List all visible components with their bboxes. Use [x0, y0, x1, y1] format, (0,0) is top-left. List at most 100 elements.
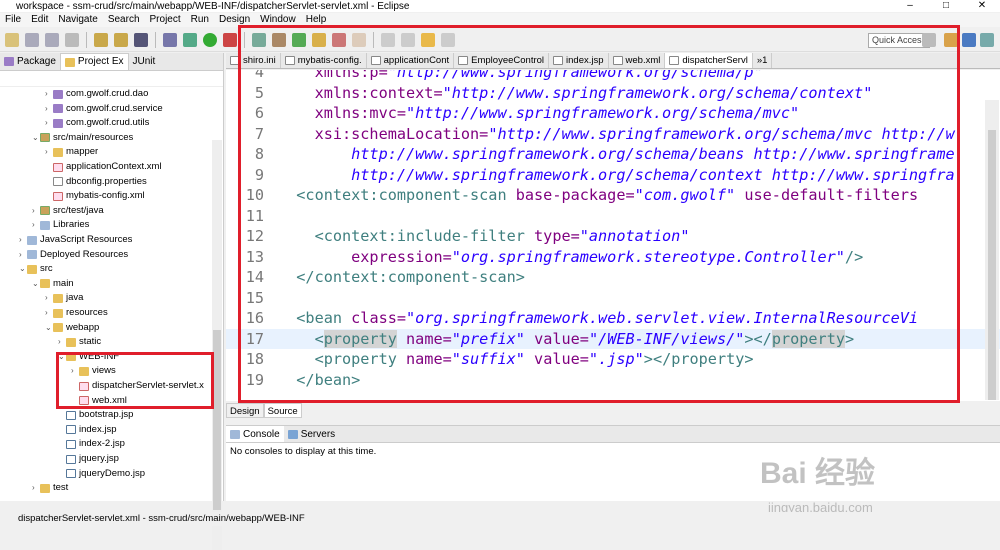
- scrollbar-thumb[interactable]: [988, 130, 996, 400]
- toolbar-separator: [155, 31, 156, 48]
- tree-item-label: test: [53, 482, 69, 494]
- tree-item[interactable]: ⌄ webapp: [45, 321, 99, 335]
- jsp-icon: [66, 439, 76, 449]
- tree-item-label: java: [66, 292, 84, 304]
- expand-arrow-icon[interactable]: ⌄: [32, 277, 40, 291]
- expand-arrow-icon[interactable]: ›: [45, 116, 53, 130]
- java-perspective-icon[interactable]: [962, 33, 976, 47]
- run-icon[interactable]: [203, 32, 217, 47]
- tab-package[interactable]: Package: [0, 53, 60, 70]
- tree-item-label: main: [53, 277, 74, 289]
- xml-icon: [53, 162, 63, 172]
- tree-item[interactable]: jqueryDemo.jsp: [58, 467, 145, 481]
- menu-navigate[interactable]: Navigate: [53, 13, 102, 27]
- package-icon: [4, 57, 14, 66]
- menu-project[interactable]: Project: [145, 13, 186, 27]
- tree-item-label: bootstrap.jsp: [79, 409, 134, 421]
- tab-design[interactable]: Design: [226, 403, 264, 418]
- expand-arrow-icon[interactable]: ›: [19, 248, 27, 262]
- expand-arrow-icon[interactable]: ⌄: [32, 131, 40, 145]
- tree-item[interactable]: › Deployed Resources: [19, 248, 128, 262]
- skip-breakpoints-icon[interactable]: [163, 32, 177, 47]
- tree-item[interactable]: › com.gwolf.crud.utils: [45, 116, 149, 130]
- expand-arrow-icon[interactable]: ⌄: [45, 321, 53, 335]
- tree-item[interactable]: › test: [32, 481, 68, 495]
- tab-junit[interactable]: JUnit: [129, 53, 160, 70]
- file-icon: [53, 177, 63, 187]
- tree-item[interactable]: index.jsp: [58, 423, 117, 437]
- tree-item-label: index.jsp: [79, 423, 117, 435]
- tree-item[interactable]: ⌄ main: [32, 277, 74, 291]
- tree-item[interactable]: dbconfig.properties: [45, 175, 147, 189]
- tab-label: JUnit: [132, 55, 156, 67]
- expand-arrow-icon[interactable]: ›: [58, 335, 66, 349]
- expand-arrow-icon[interactable]: ›: [45, 145, 53, 159]
- tree-item[interactable]: › mapper: [45, 145, 98, 159]
- tree-item-label: JavaScript Resources: [40, 234, 133, 245]
- close-button[interactable]: ✕: [964, 0, 1000, 12]
- tab-project-explorer[interactable]: Project Ex: [59, 53, 129, 70]
- open-type-icon[interactable]: [114, 32, 128, 47]
- maximize-button[interactable]: □: [928, 0, 964, 12]
- save-all-icon[interactable]: [45, 32, 59, 47]
- tree-item[interactable]: › com.gwolf.crud.service: [45, 102, 163, 116]
- minimize-button[interactable]: –: [892, 0, 928, 12]
- debug-icon[interactable]: [183, 32, 197, 47]
- tree-item[interactable]: index-2.jsp: [58, 437, 125, 451]
- tree-item[interactable]: bootstrap.jsp: [58, 408, 133, 422]
- expand-arrow-icon[interactable]: ›: [32, 218, 40, 232]
- print-icon[interactable]: [65, 32, 79, 47]
- tree-item-label: Libraries: [53, 219, 90, 231]
- expand-arrow-icon[interactable]: ›: [32, 481, 40, 495]
- tree-item[interactable]: › Libraries: [32, 218, 89, 232]
- tab-source[interactable]: Source: [263, 403, 302, 418]
- terminal-icon[interactable]: [134, 32, 148, 47]
- project-explorer-panel: Package Project Ex JUnit › com.gwolf.crud…: [0, 53, 224, 550]
- build-icon[interactable]: [94, 32, 108, 47]
- explorer-scrollbar[interactable]: [212, 140, 222, 550]
- menu-file[interactable]: File: [0, 13, 26, 27]
- run-external-icon[interactable]: [223, 32, 237, 47]
- tree-item-label: dbconfig.properties: [66, 175, 147, 187]
- expand-arrow-icon[interactable]: ⌄: [19, 262, 27, 276]
- src-icon: [40, 133, 50, 143]
- expand-arrow-icon[interactable]: ›: [45, 291, 53, 305]
- tree-item[interactable]: › static: [58, 335, 101, 349]
- scrollbar-thumb[interactable]: [213, 330, 221, 510]
- jsp-icon: [66, 425, 76, 435]
- menu-edit[interactable]: Edit: [26, 13, 53, 27]
- save-icon[interactable]: [25, 32, 39, 47]
- expand-arrow-icon[interactable]: ›: [45, 102, 53, 116]
- tree-item[interactable]: › com.gwolf.crud.dao: [45, 87, 148, 101]
- folder-icon: [53, 323, 63, 333]
- expand-arrow-icon[interactable]: ›: [45, 87, 53, 101]
- new-icon[interactable]: [5, 32, 19, 47]
- baidu-watermark-logo: Bai 经验 jingyan.baidu.com: [760, 448, 980, 515]
- menu-run[interactable]: Run: [186, 13, 214, 27]
- xml-icon: [53, 191, 63, 201]
- expand-arrow-icon[interactable]: ›: [19, 233, 27, 247]
- tree-item[interactable]: › JavaScript Resources: [19, 233, 132, 247]
- tree-item[interactable]: › java: [45, 291, 83, 305]
- tree-item-label: src/main/resources: [53, 131, 134, 143]
- tree-item[interactable]: applicationContext.xml: [45, 160, 162, 174]
- editor-scrollbar[interactable]: [985, 100, 999, 400]
- debug-perspective-icon[interactable]: [980, 33, 994, 47]
- tree-item[interactable]: › src/test/java: [32, 204, 104, 218]
- tree-item[interactable]: ⌄ src/main/resources: [32, 131, 133, 145]
- window-title: workspace - ssm-crud/src/main/webapp/WEB…: [16, 0, 410, 12]
- tree-item[interactable]: › resources: [45, 306, 108, 320]
- tree-item-label: webapp: [66, 321, 100, 333]
- tree-item[interactable]: ⌄ src: [19, 262, 53, 276]
- tree-item[interactable]: mybatis-config.xml: [45, 189, 145, 203]
- tree-item-label: jqueryDemo.jsp: [79, 467, 145, 479]
- tab-servers[interactable]: Servers: [284, 426, 339, 442]
- tab-console[interactable]: Console: [226, 426, 284, 442]
- tab-label: Package: [17, 55, 56, 67]
- folder-icon: [53, 147, 63, 157]
- expand-arrow-icon[interactable]: ›: [32, 204, 40, 218]
- tree-item-label: mybatis-config.xml: [66, 190, 145, 202]
- menu-search[interactable]: Search: [103, 13, 145, 27]
- tree-item[interactable]: jquery.jsp: [58, 452, 119, 466]
- expand-arrow-icon[interactable]: ›: [45, 306, 53, 320]
